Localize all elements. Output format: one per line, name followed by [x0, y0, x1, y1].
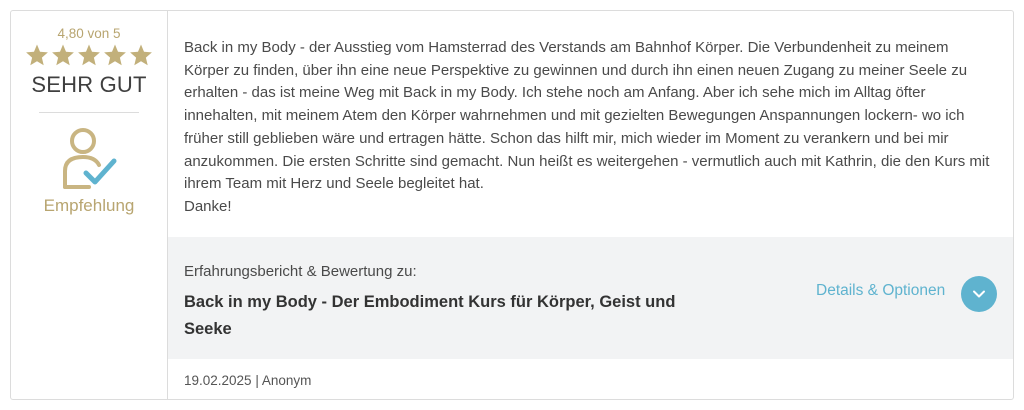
- review-text: Back in my Body - der Ausstieg vom Hamst…: [184, 39, 990, 215]
- rating-column: 4,80 von 5 SEHR GUT Empfehlung: [11, 11, 168, 399]
- rating-score: 4,80 von 5: [57, 26, 121, 41]
- star-icon: [78, 44, 100, 66]
- reference-title[interactable]: Back in my Body - Der Embodiment Kurs fü…: [184, 289, 714, 343]
- rating-verdict: SEHR GUT: [31, 72, 147, 97]
- star-icon: [104, 44, 126, 66]
- review-card: 4,80 von 5 SEHR GUT Empfehlung Back in m…: [10, 10, 1014, 400]
- expand-details-button[interactable]: [961, 276, 997, 312]
- review-meta: 19.02.2025 | Anonym: [184, 373, 312, 388]
- star-icon: [130, 44, 152, 66]
- review-content: Back in my Body - der Ausstieg vom Hamst…: [168, 11, 1013, 399]
- details-options-link[interactable]: Details & Optionen: [816, 282, 945, 300]
- chevron-down-icon: [973, 290, 985, 298]
- divider: [39, 112, 139, 113]
- user-check-icon: [59, 127, 119, 191]
- product-reference-panel: Erfahrungsbericht & Bewertung zu: Back i…: [168, 237, 1013, 359]
- star-rating: [11, 43, 167, 71]
- reference-label: Erfahrungsbericht & Bewertung zu:: [184, 263, 417, 280]
- star-icon: [26, 44, 48, 66]
- star-icon: [52, 44, 74, 66]
- recommendation-label: Empfehlung: [43, 196, 135, 215]
